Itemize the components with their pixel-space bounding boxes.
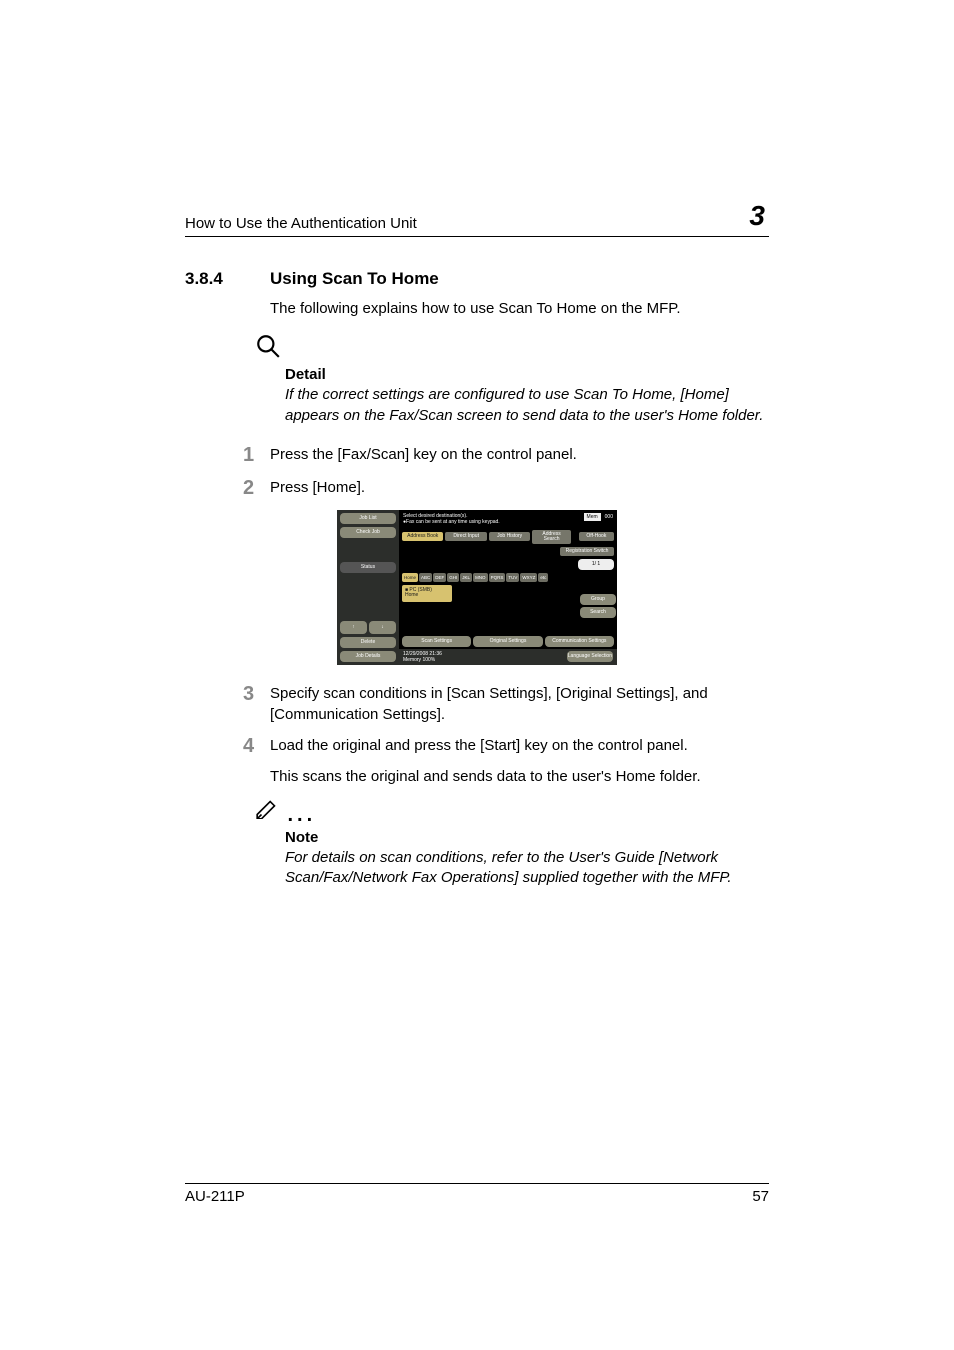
off-hook-button[interactable]: Off-Hook [579, 532, 614, 541]
alpha-wxyz[interactable]: WXYZ [520, 573, 537, 582]
section-heading: 3.8.4 Using Scan To Home [185, 269, 769, 289]
status-button[interactable]: Status [340, 562, 396, 573]
alpha-home[interactable]: Home [402, 573, 418, 582]
step-4-number: 4 [185, 735, 270, 758]
search-button[interactable]: Search [580, 607, 616, 618]
mfp-panel-screenshot: Job List Check Job Status ↑ ↓ Delete Job… [337, 510, 617, 665]
arrow-down-button[interactable]: ↓ [369, 621, 396, 634]
chapter-number: 3 [749, 200, 765, 232]
arrow-up-button[interactable]: ↑ [340, 621, 367, 634]
alpha-etc[interactable]: etc [538, 573, 548, 582]
registration-switch-button[interactable]: Registration Switch [560, 547, 614, 556]
step-2: 2 Press [Home]. [185, 477, 769, 500]
alpha-def[interactable]: DEF [433, 573, 446, 582]
detail-body: If the correct settings are configured t… [285, 385, 769, 426]
note-body: For details on scan conditions, refer to… [285, 848, 769, 889]
step-3-number: 3 [185, 683, 270, 706]
step-3: 3 Specify scan conditions in [Scan Setti… [185, 683, 769, 725]
language-selection-button[interactable]: Language Selection [567, 651, 613, 662]
section-intro: The following explains how to use Scan T… [270, 299, 769, 319]
job-details-button[interactable]: Job Details [340, 651, 396, 662]
alpha-mno[interactable]: MNO [473, 573, 488, 582]
delete-button[interactable]: Delete [340, 637, 396, 648]
section-title: Using Scan To Home [270, 269, 439, 289]
original-settings-button[interactable]: Original Settings [473, 636, 542, 647]
destination-entry-home[interactable]: ■ PC (SMB) Home [402, 585, 452, 602]
alpha-pqrs[interactable]: PQRS [489, 573, 506, 582]
job-list-button[interactable]: Job List [340, 513, 396, 524]
memory-icon: Mem [584, 513, 601, 521]
magnifier-icon [255, 333, 769, 364]
step-2-number: 2 [185, 477, 270, 500]
alpha-abc[interactable]: ABC [419, 573, 432, 582]
address-book-tab[interactable]: Address Book [402, 532, 443, 541]
group-button[interactable]: Group [580, 594, 616, 605]
section-number: 3.8.4 [185, 269, 270, 289]
direct-input-tab[interactable]: Direct Input [445, 532, 486, 541]
running-header: How to Use the Authentication Unit 3 [185, 200, 769, 237]
alpha-jkl[interactable]: JKL [460, 573, 472, 582]
note-heading: Note [285, 829, 769, 846]
scan-settings-button[interactable]: Scan Settings [402, 636, 471, 647]
page-footer: AU-211P 57 [185, 1183, 769, 1205]
step-2-text: Press [Home]. [270, 477, 769, 498]
step-1-text: Press the [Fax/Scan] key on the control … [270, 444, 769, 465]
step-1: 1 Press the [Fax/Scan] key on the contro… [185, 444, 769, 467]
address-search-tab[interactable]: Address Search [532, 530, 570, 544]
step-4-text: Load the original and press the [Start] … [270, 735, 769, 756]
copies-counter: 000 [605, 514, 613, 520]
ellipsis-icon: ... [287, 804, 316, 826]
detail-heading: Detail [285, 366, 769, 383]
alpha-ghi[interactable]: GHI [447, 573, 459, 582]
communication-settings-button[interactable]: Communication Settings [545, 636, 614, 647]
check-job-button[interactable]: Check Job [340, 527, 396, 538]
job-history-tab[interactable]: Job History [489, 532, 530, 541]
footer-page-number: 57 [752, 1188, 769, 1205]
alpha-filter-row: Home ABC DEF GHI JKL MNO PQRS TUV WXYZ e… [402, 573, 577, 582]
running-header-title: How to Use the Authentication Unit [185, 215, 417, 232]
step-3-text: Specify scan conditions in [Scan Setting… [270, 683, 769, 725]
status-memory: Memory 100% [403, 657, 442, 663]
alpha-tuv[interactable]: TUV [506, 573, 519, 582]
step-1-number: 1 [185, 444, 270, 467]
pen-icon: ... [255, 797, 769, 827]
step-4: 4 Load the original and press the [Start… [185, 735, 769, 758]
status-datetime: 12/29/2008 21:36 [403, 651, 442, 657]
page-indicator: 1/ 1 [578, 559, 614, 570]
top-message-line2: ●Fax can be sent at any time using keypa… [403, 519, 500, 525]
step-4-subtext: This scans the original and sends data t… [270, 768, 769, 785]
footer-model: AU-211P [185, 1188, 245, 1205]
